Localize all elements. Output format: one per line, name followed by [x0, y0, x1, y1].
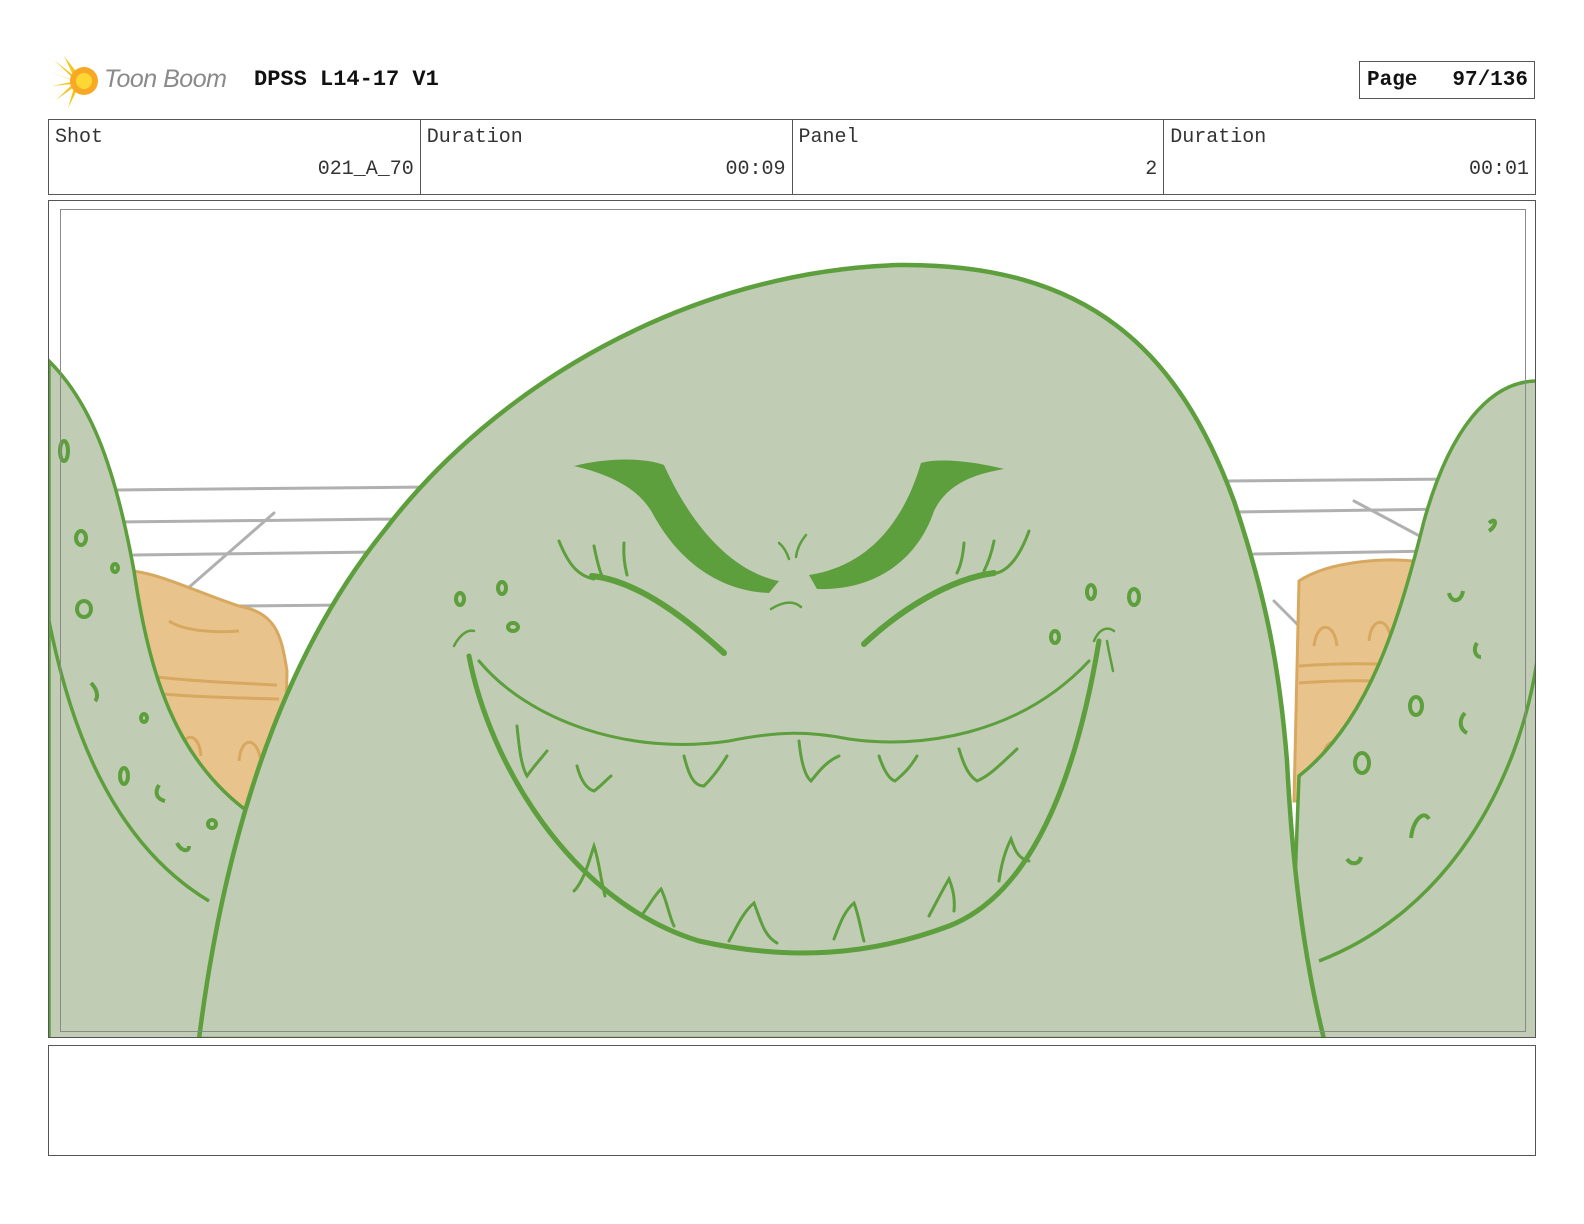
- shot-value: 021_A_70: [317, 158, 414, 181]
- shot-info-table: Shot 021_A_70 Duration 00:09 Panel 2 Dur…: [48, 119, 1536, 195]
- shot-label: Shot: [55, 126, 104, 149]
- toon-boom-logo: Toon Boom: [50, 54, 240, 108]
- starburst-icon: [50, 56, 98, 108]
- page-number: 97/136: [1452, 69, 1528, 92]
- panel-cell: Panel 2: [793, 120, 1165, 194]
- shot-duration-value: 00:09: [725, 158, 786, 181]
- panel-notes: [48, 1045, 1536, 1156]
- shot-duration-label: Duration: [426, 126, 523, 149]
- panel-value: 2: [1145, 158, 1158, 181]
- panel-drawing: [49, 262, 1535, 1037]
- panel-duration-value: 00:01: [1468, 158, 1529, 181]
- storyboard-panel: [48, 200, 1536, 1038]
- page-label: Page: [1367, 69, 1418, 92]
- panel-duration-label: Duration: [1170, 126, 1267, 149]
- project-title: DPSS L14-17 V1: [254, 67, 439, 92]
- shot-duration-cell: Duration 00:09: [421, 120, 793, 194]
- logo-text: Toon Boom: [104, 65, 227, 93]
- page-indicator: Page 97/136: [1359, 61, 1535, 99]
- panel-label: Panel: [798, 126, 859, 149]
- panel-duration-cell: Duration 00:01: [1164, 120, 1535, 194]
- shot-cell: Shot 021_A_70: [49, 120, 421, 194]
